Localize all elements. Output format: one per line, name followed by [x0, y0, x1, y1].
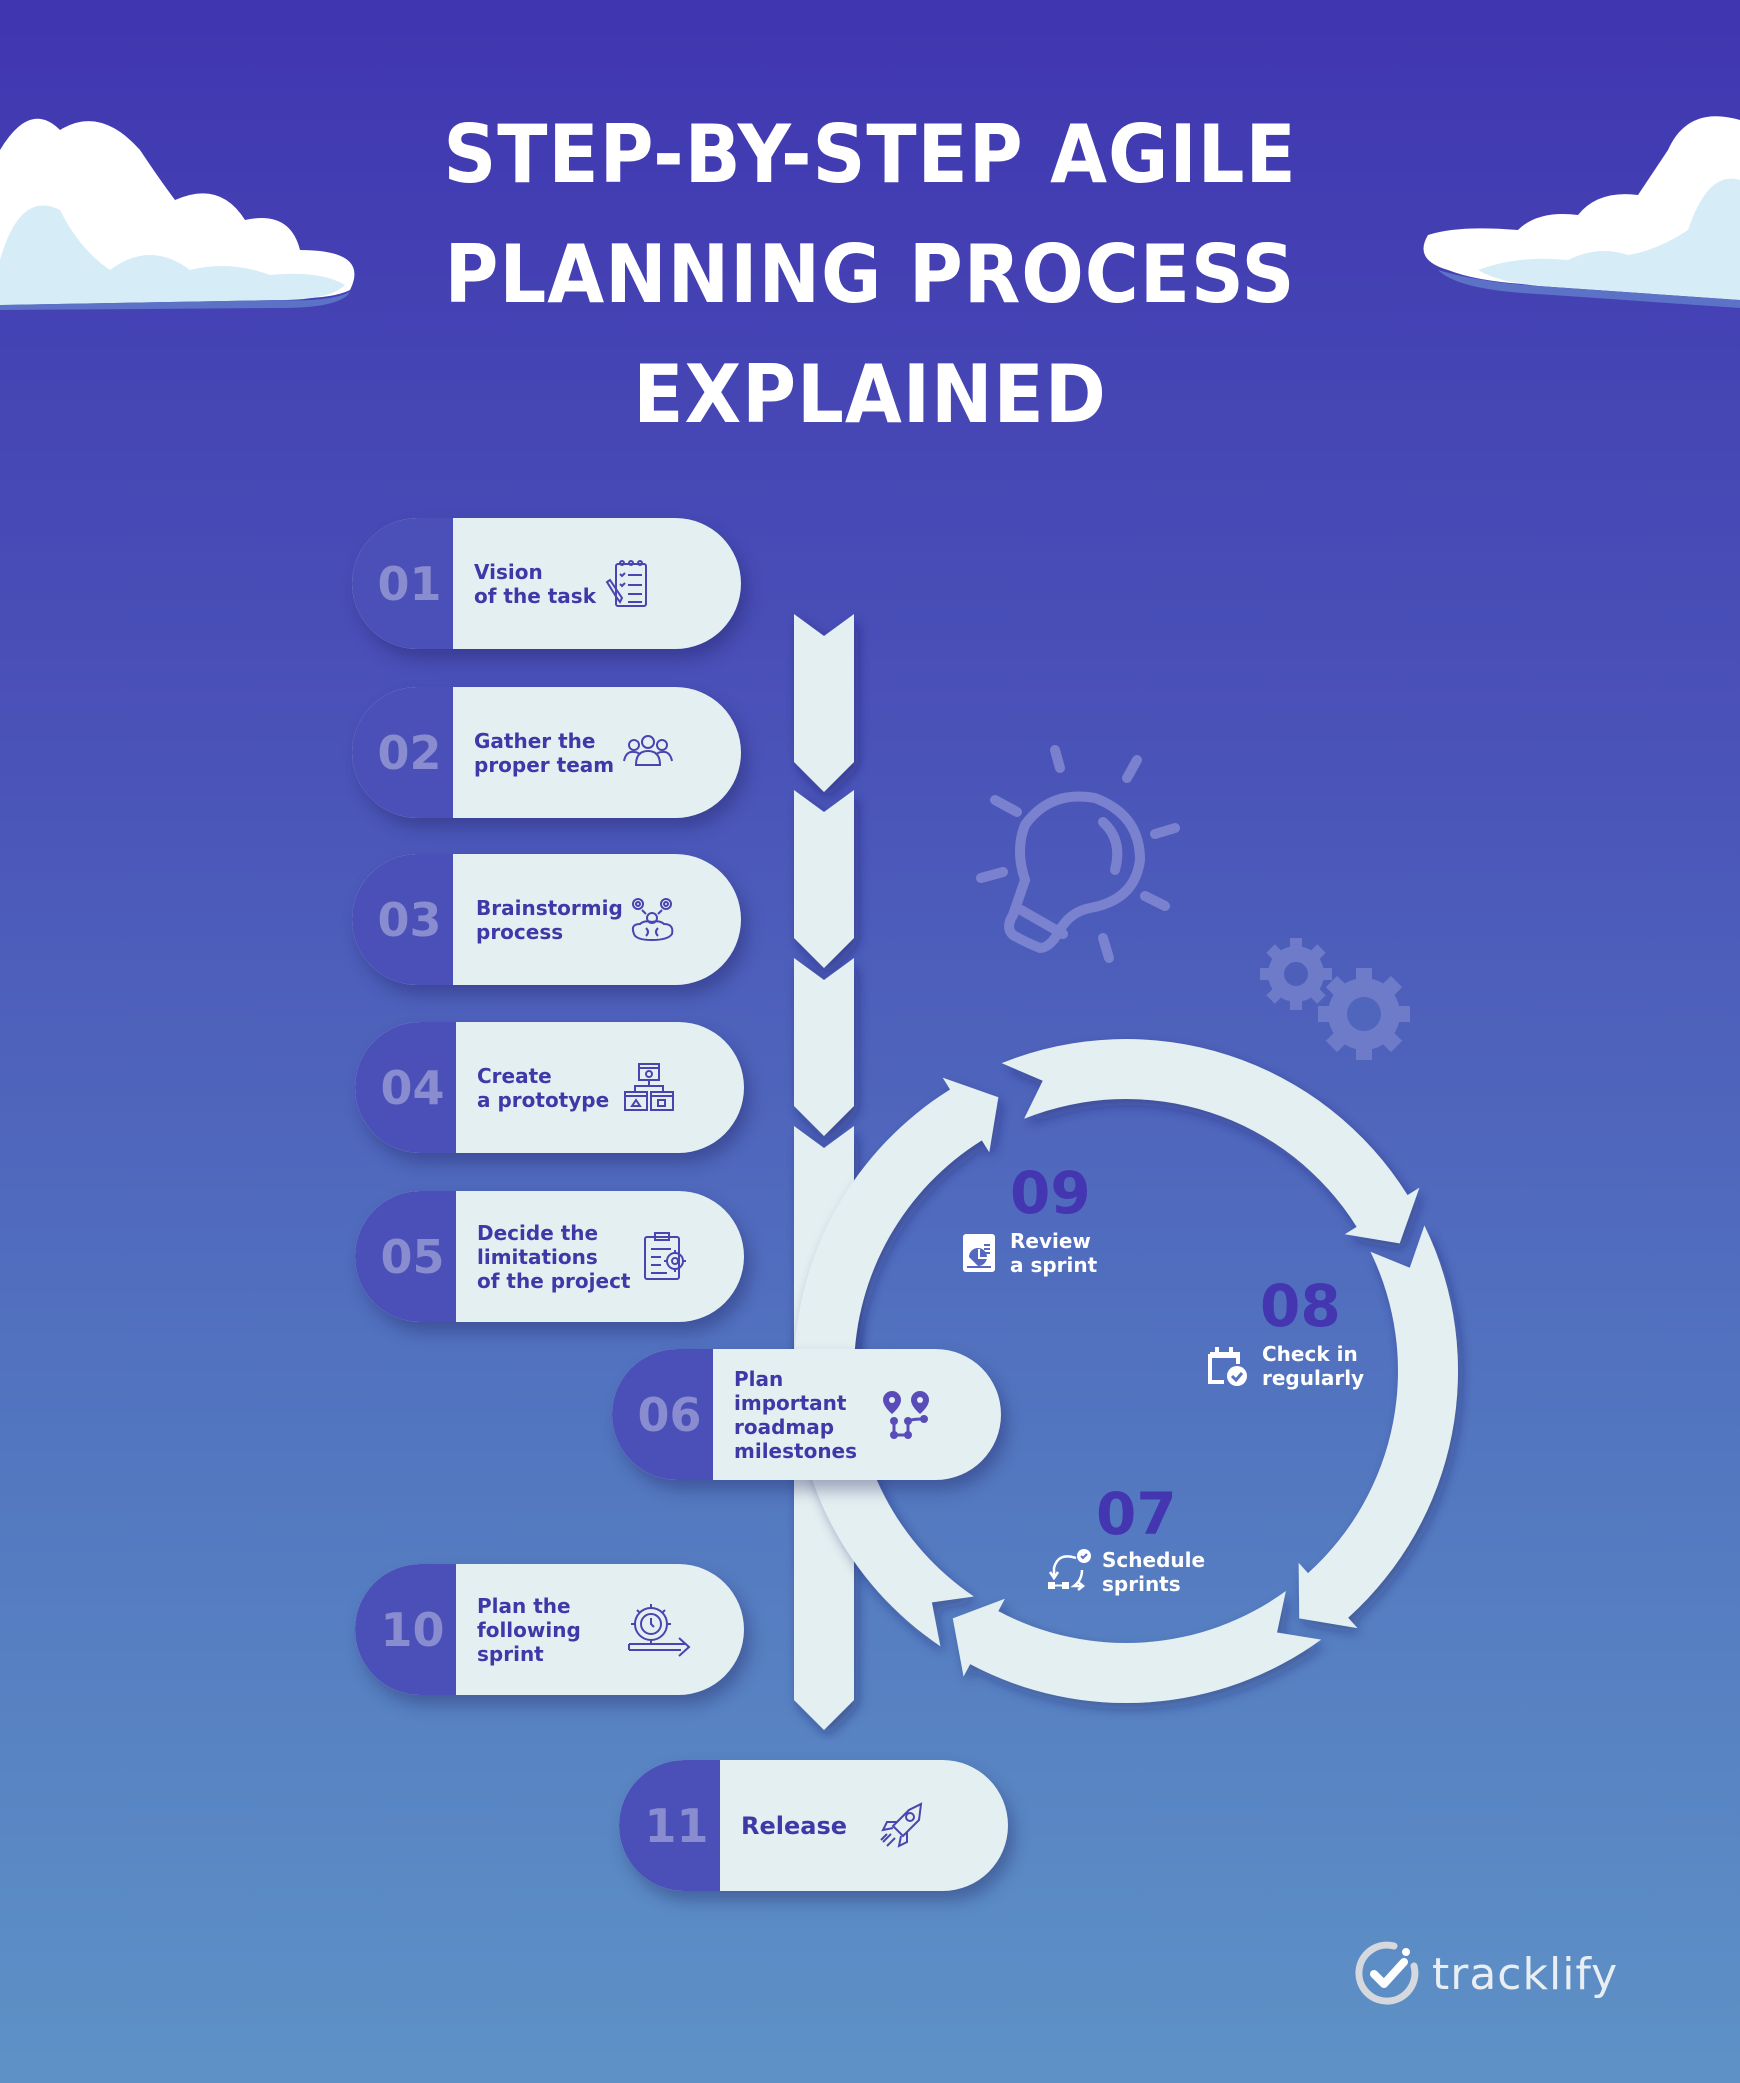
checklist-notepad-icon	[605, 559, 647, 607]
step-label: Brainstormig process	[476, 895, 623, 944]
title-line-1: STEP-BY-STEP AGILE	[443, 108, 1297, 201]
clipboard-gear-icon	[644, 1231, 686, 1280]
step-number: 03	[352, 854, 453, 985]
cycle-number: 07	[1096, 1480, 1177, 1548]
step-card-03: 03 Brainstormig process	[352, 854, 741, 985]
lightbulb-icon	[976, 745, 1180, 963]
step-number: 04	[355, 1022, 456, 1153]
arrow-segment	[794, 614, 854, 792]
team-people-icon	[623, 734, 673, 766]
step-number: 10	[355, 1564, 456, 1695]
step-label: Decide the limitations of the project	[477, 1220, 631, 1293]
tracklify-logo: tracklify	[1354, 1940, 1618, 2008]
step-number: 01	[352, 518, 453, 649]
arrow-segment	[794, 790, 854, 968]
step-number: 06	[612, 1349, 713, 1480]
cycle-item-09: 09 Review a sprint	[962, 1163, 1097, 1277]
step-card-04: 04 Create a prototype	[355, 1022, 744, 1153]
step-number: 02	[352, 687, 453, 818]
prototype-hierarchy-icon	[624, 1062, 674, 1111]
step-card-06: 06 Plan important roadmap milestones	[612, 1349, 1001, 1480]
step-number: 11	[619, 1760, 720, 1891]
step-card-10: 10 Plan the following sprint	[355, 1564, 744, 1695]
brain-gears-icon	[631, 897, 674, 941]
rocket-icon	[880, 1801, 923, 1848]
cycle-number: 08	[1260, 1272, 1341, 1340]
step-label: Vision of the task	[474, 559, 596, 608]
brand-name: tracklify	[1432, 1948, 1619, 2000]
step-card-05: 05 Decide the limitations of the project	[355, 1191, 744, 1322]
step-card-01: 01 Vision of the task	[352, 518, 741, 649]
roadmap-pins-icon	[883, 1390, 929, 1439]
step-label: Create a prototype	[477, 1063, 610, 1112]
step-number: 05	[355, 1191, 456, 1322]
step-label: Release	[741, 1811, 848, 1840]
page-title: STEP-BY-STEP AGILE PLANNING PROCESS EXPL…	[0, 95, 1740, 455]
cycle-number: 09	[1010, 1159, 1091, 1227]
calendar-check-icon	[1208, 1347, 1247, 1386]
title-line-3: EXPLAINED	[633, 348, 1107, 441]
checkmark-clock-logo-icon	[1355, 1941, 1419, 2005]
gear-clock-arrow-icon	[628, 1603, 691, 1657]
cycle-arrow-segment	[952, 1591, 1322, 1703]
title-line-2: PLANNING PROCESS	[444, 228, 1296, 321]
step-label: Plan important roadmap milestones	[734, 1366, 858, 1463]
step-label: Gather the proper team	[474, 728, 615, 777]
step-card-11: 11 Release	[619, 1760, 1008, 1891]
step-label: Plan the following sprint	[477, 1593, 581, 1666]
step-card-02: 02 Gather the proper team	[352, 687, 741, 818]
cycle-item-07: 07 Schedule sprints	[1046, 1484, 1205, 1596]
cycle-item-08: 08 Check in regularly	[1206, 1276, 1364, 1390]
schedule-cycle-icon	[1048, 1549, 1091, 1591]
report-chart-icon	[963, 1234, 995, 1272]
